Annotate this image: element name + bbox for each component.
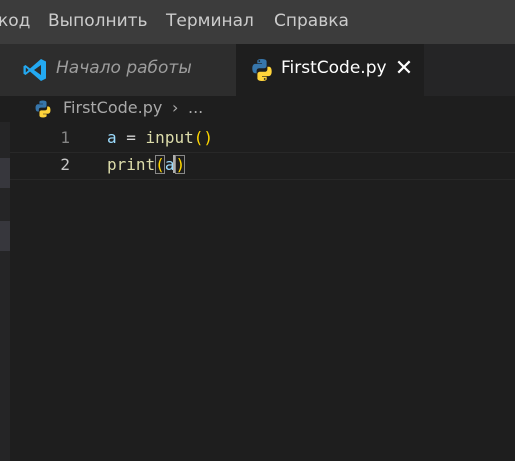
menu-item-go[interactable]: код <box>0 11 30 31</box>
tab-firstcode-label: FirstCode.py <box>281 58 387 78</box>
line-number: 1 <box>60 128 70 147</box>
close-icon[interactable]: ✕ <box>394 57 414 81</box>
breadcrumb: FirstCode.py › ... <box>0 96 515 122</box>
code-token-paren: () <box>193 128 213 147</box>
code-token-paren: ) <box>175 155 186 174</box>
code-token-paren: ( <box>155 155 165 174</box>
menu-bar: код Выполнить Терминал Справка <box>0 0 515 44</box>
vscode-logo-icon <box>23 59 46 81</box>
code-token-function: input <box>145 128 194 147</box>
code-token-function: print <box>107 155 156 174</box>
code-token-operator: = <box>116 128 146 147</box>
tab-welcome[interactable]: Начало работы <box>0 44 236 96</box>
menu-item-run[interactable]: Выполнить <box>48 11 148 31</box>
tab-firstcode[interactable]: FirstCode.py ✕ <box>236 44 424 96</box>
chevron-right-icon: › <box>172 98 179 117</box>
python-file-icon <box>252 59 272 81</box>
code-text[interactable]: a = input() <box>107 128 213 147</box>
python-file-icon <box>35 100 51 118</box>
editor-tab-strip: Начало работы FirstCode.py ✕ <box>0 44 515 96</box>
menu-item-terminal[interactable]: Терминал <box>166 11 254 31</box>
left-panel-selection <box>0 221 10 251</box>
breadcrumb-file[interactable]: FirstCode.py <box>63 98 162 117</box>
line-number: 2 <box>60 155 70 174</box>
code-line[interactable]: 2 print(a) <box>0 152 515 178</box>
breadcrumb-more[interactable]: ... <box>188 98 203 117</box>
tab-welcome-label: Начало работы <box>56 58 192 78</box>
code-line[interactable]: 1 a = input() <box>0 125 515 151</box>
menu-item-help[interactable]: Справка <box>274 11 349 31</box>
code-token-variable: a <box>107 128 117 147</box>
code-text[interactable]: print(a) <box>107 155 186 174</box>
